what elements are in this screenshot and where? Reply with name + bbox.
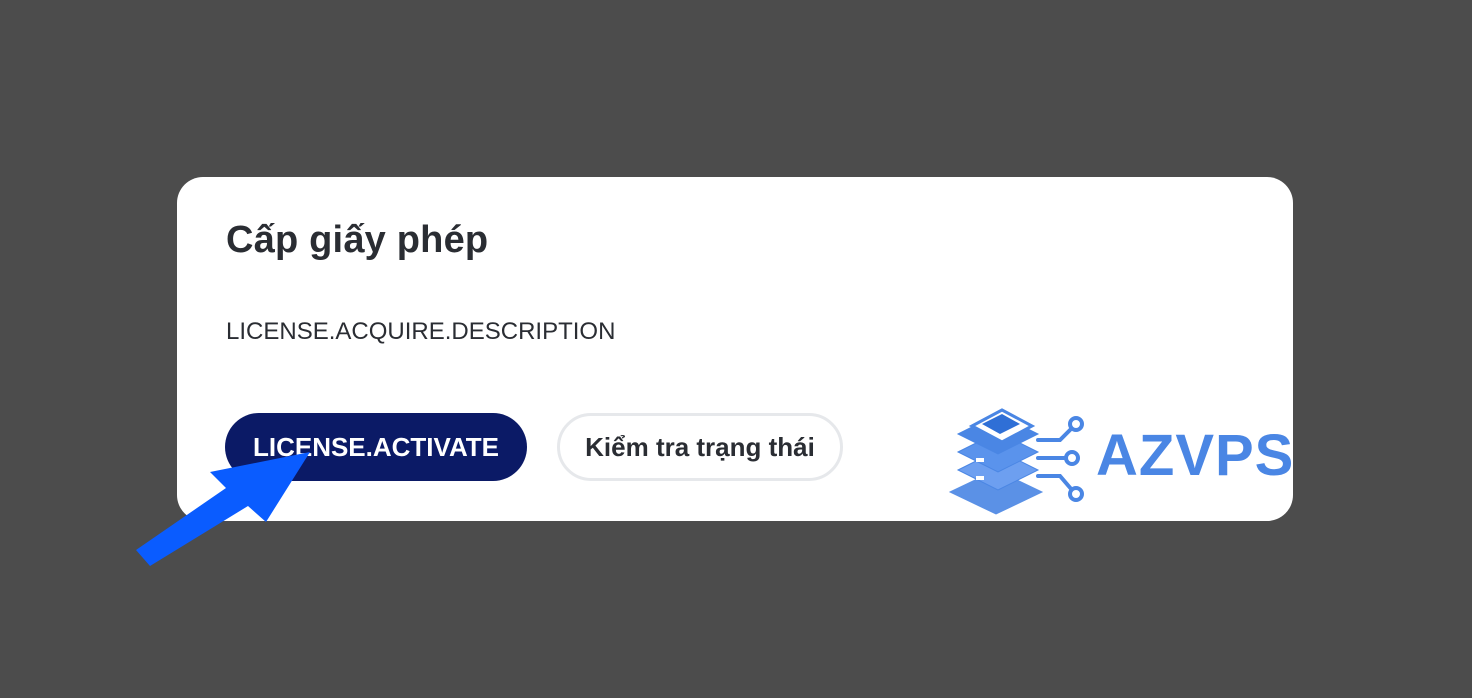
dialog-description: LICENSE.ACQUIRE.DESCRIPTION (226, 318, 616, 345)
check-status-button[interactable]: Kiểm tra trạng thái (557, 413, 843, 481)
dialog-title: Cấp giấy phép (226, 219, 489, 261)
azvps-watermark: AZVPS (948, 400, 1293, 516)
activate-license-button[interactable]: LICENSE.ACTIVATE (225, 413, 527, 481)
server-stack-icon (948, 408, 1084, 515)
watermark-text: AZVPS (1096, 423, 1295, 488)
screen: Cấp giấy phép LICENSE.ACQUIRE.DESCRIPTIO… (0, 0, 1472, 698)
